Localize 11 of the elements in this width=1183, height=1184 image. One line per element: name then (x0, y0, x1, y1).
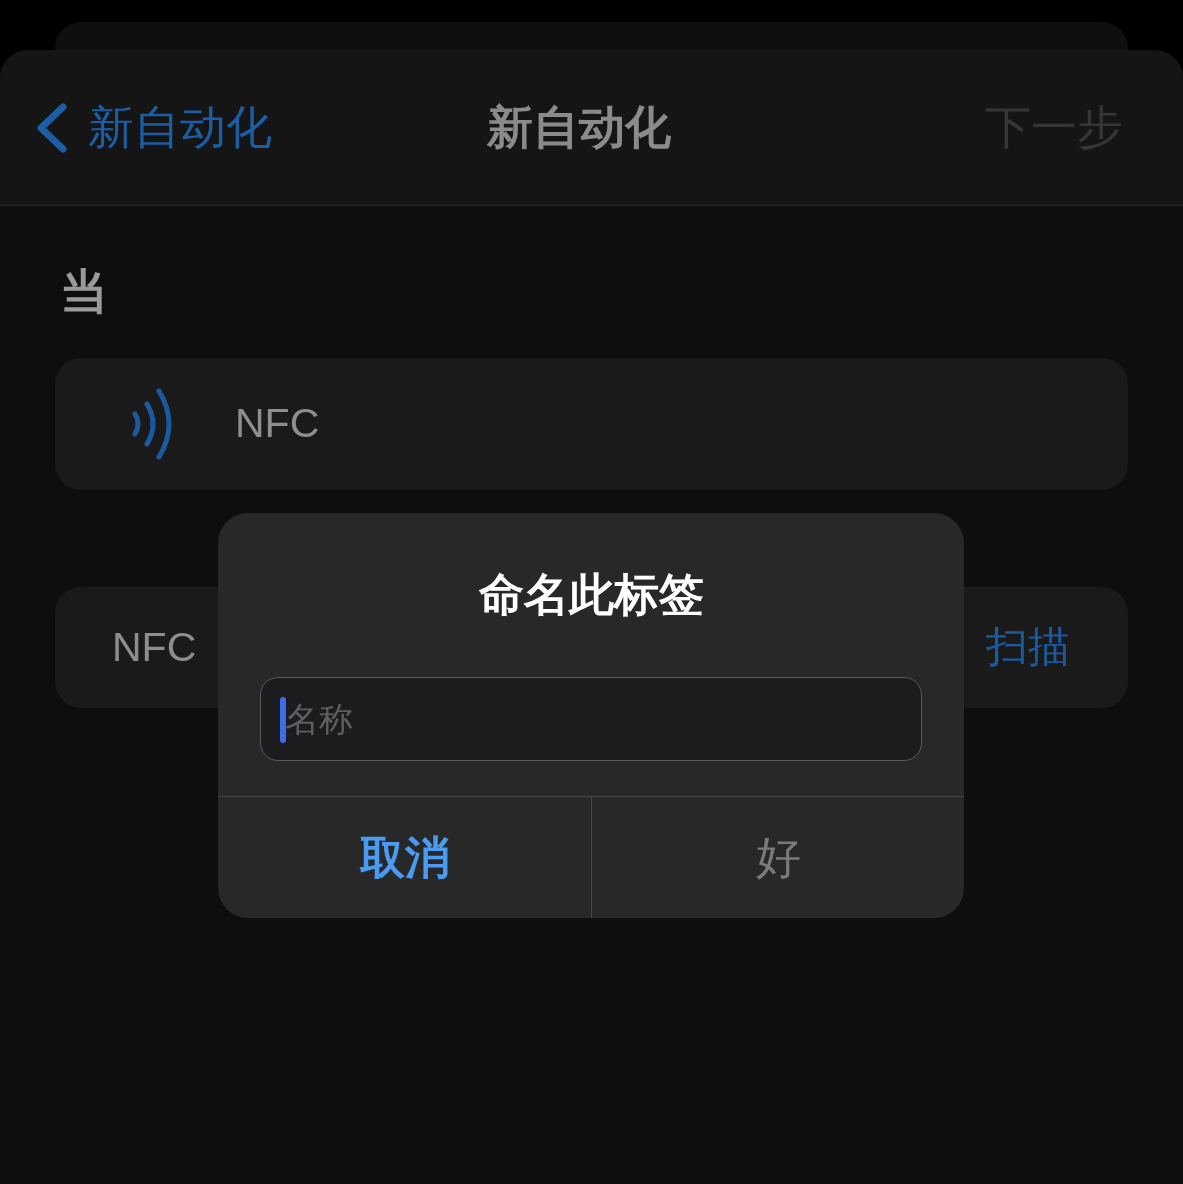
scan-button[interactable]: 扫描 (986, 622, 1070, 673)
dialog-title: 命名此标签 (478, 568, 704, 622)
nav-title: 新自动化 (486, 99, 671, 155)
trigger-card[interactable]: NFC (55, 358, 1128, 490)
cancel-button[interactable]: 取消 (218, 797, 591, 918)
back-button[interactable]: 新自动化 (34, 99, 272, 156)
name-input-field[interactable]: 名称 (260, 677, 922, 761)
trigger-label: NFC (235, 399, 320, 449)
tag-label: NFC (112, 622, 197, 672)
chevron-left-icon (34, 102, 68, 153)
section-header: 当 (60, 266, 108, 318)
